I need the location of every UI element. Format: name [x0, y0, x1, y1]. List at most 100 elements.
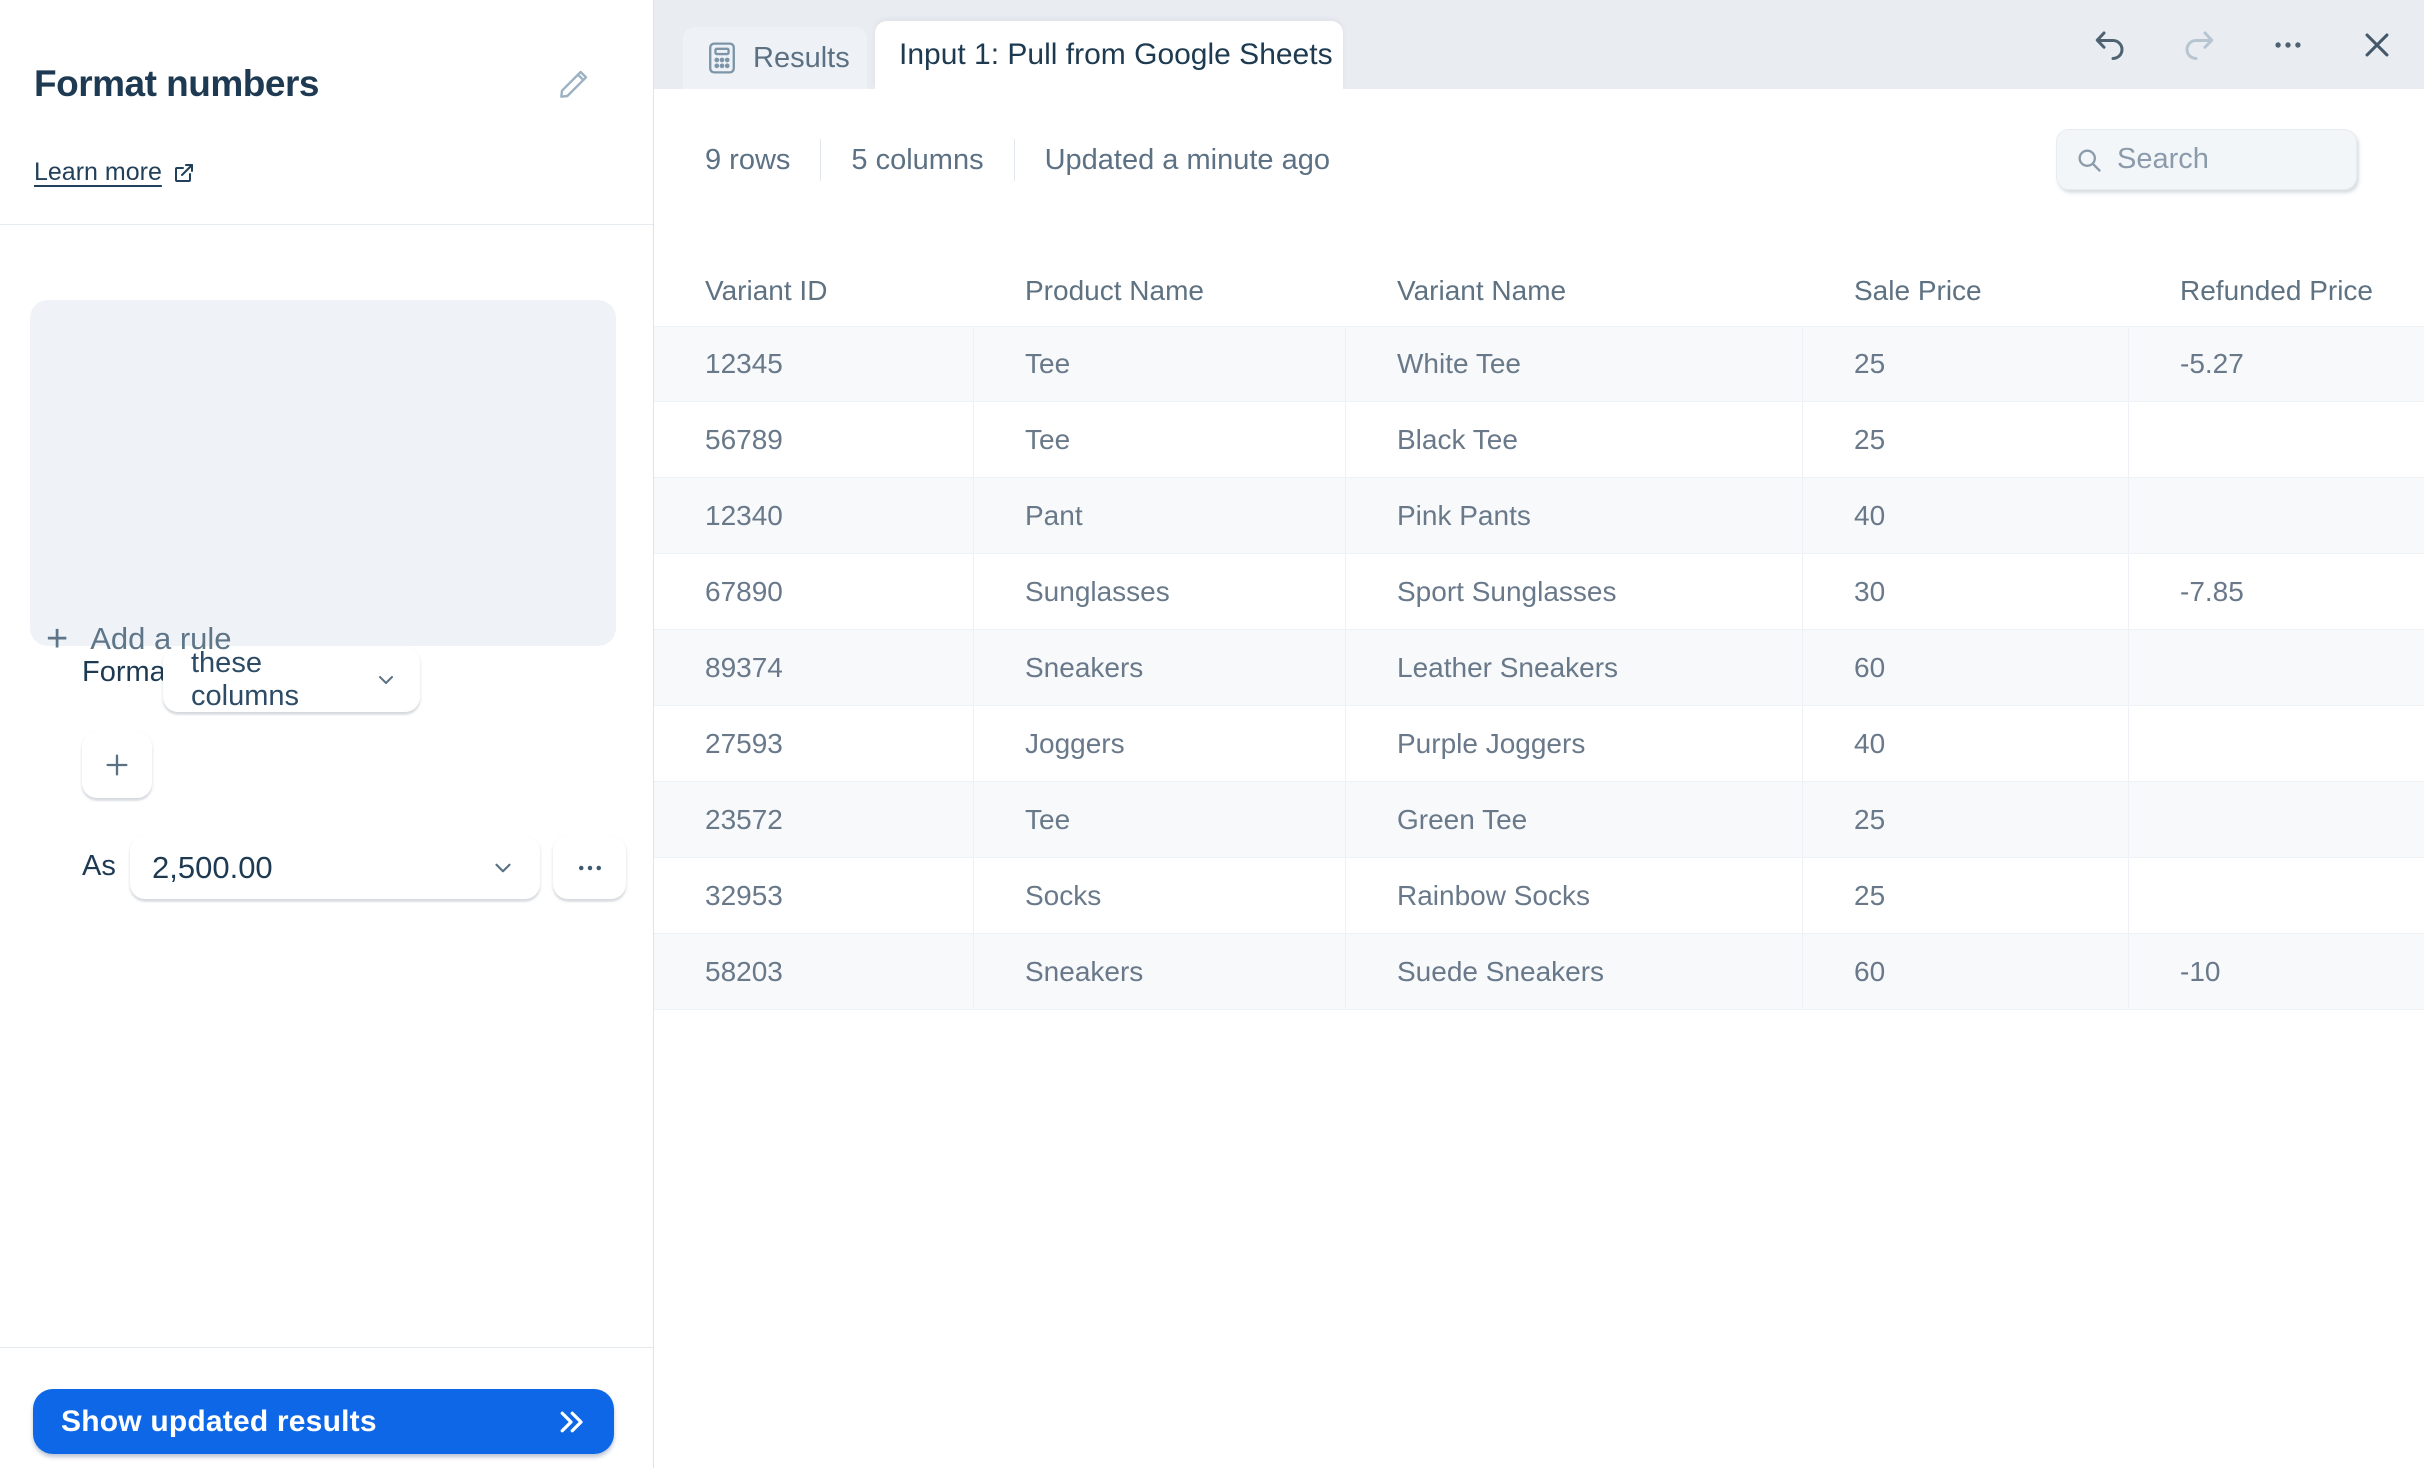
table-cell	[2129, 478, 2424, 553]
column-header[interactable]: Variant ID	[654, 255, 974, 326]
edit-title-button[interactable]	[552, 62, 596, 106]
table-cell: Pant	[974, 478, 1346, 553]
search-icon	[2075, 146, 2103, 174]
column-header[interactable]: Product Name	[974, 255, 1346, 326]
table-cell	[2129, 402, 2424, 477]
table-row[interactable]: 12345 Tee White Tee 25 -5.27	[654, 326, 2424, 402]
sidebar-header: Format numbers Learn more	[0, 0, 653, 225]
add-rule-button[interactable]: + Add a rule	[46, 620, 232, 658]
tab-input-1-label: Input 1: Pull from Google Sheets	[899, 38, 1333, 71]
table-cell	[2129, 706, 2424, 781]
plus-icon	[103, 751, 131, 779]
tab-bar: Results Input 1: Pull from Google Sheets	[654, 0, 2424, 89]
table-cell: 12345	[654, 327, 974, 401]
ellipsis-icon	[2271, 28, 2305, 62]
sidebar-footer-divider	[0, 1347, 654, 1348]
table-cell: 12340	[654, 478, 974, 553]
pencil-icon	[558, 68, 590, 100]
table-panel: 9 rows 5 columns Updated a minute ago Se…	[654, 89, 2424, 1468]
more-options-button[interactable]	[553, 836, 626, 899]
table-cell: 25	[1803, 782, 2129, 857]
double-chevron-right-icon	[554, 1407, 588, 1437]
table-cell: 58203	[654, 934, 974, 1009]
ellipsis-icon	[575, 853, 605, 883]
format-rule-card: Format these columns As 2,500.00	[30, 300, 626, 899]
table-cell: 27593	[654, 706, 974, 781]
format-label: Format	[82, 656, 174, 688]
table-cell: Leather Sneakers	[1346, 630, 1803, 705]
table-cell	[2129, 782, 2424, 857]
table-cell: Suede Sneakers	[1346, 934, 1803, 1009]
table-cell: Sport Sunglasses	[1346, 554, 1803, 629]
table-row[interactable]: 23572 Tee Green Tee 25	[654, 782, 2424, 858]
app-window: Format numbers Learn more Format these c…	[0, 0, 2424, 1468]
learn-more-link[interactable]: Learn more	[34, 158, 162, 187]
table-cell: 56789	[654, 402, 974, 477]
row-count: 9 rows	[705, 143, 791, 176]
tab-results[interactable]: Results	[683, 27, 867, 89]
show-results-label: Show updated results	[61, 1404, 377, 1438]
panel-menu-button[interactable]	[2267, 24, 2309, 66]
table-row[interactable]: 27593 Joggers Purple Joggers 40	[654, 706, 2424, 782]
close-panel-button[interactable]	[2356, 24, 2398, 66]
table-cell: Black Tee	[1346, 402, 1803, 477]
table-cell: 25	[1803, 858, 2129, 933]
table-cell: 89374	[654, 630, 974, 705]
search-input[interactable]	[2117, 143, 2424, 176]
table-row[interactable]: 89374 Sneakers Leather Sneakers 60	[654, 630, 2424, 706]
table-cell: Sneakers	[974, 630, 1346, 705]
table-cell: -7.85	[2180, 575, 2244, 607]
table-cell: -10	[2180, 955, 2221, 987]
table-cell: 40	[1803, 706, 2129, 781]
topbar-actions	[2089, 0, 2398, 89]
tab-results-label: Results	[753, 41, 850, 74]
close-icon	[2360, 28, 2394, 62]
number-format-value: 2,500.00	[152, 849, 273, 885]
meta-divider	[1013, 139, 1015, 181]
table-cell: Tee	[974, 402, 1346, 477]
search-box[interactable]	[2056, 129, 2424, 190]
table-cell: Sunglasses	[974, 554, 1346, 629]
add-column-button[interactable]	[82, 732, 152, 798]
undo-button[interactable]	[2089, 24, 2131, 66]
sidebar: Format numbers Learn more Format these c…	[0, 0, 654, 1468]
chevron-down-icon	[374, 668, 398, 692]
table-cell: Tee	[974, 782, 1346, 857]
column-header[interactable]: Sale Price	[1803, 255, 2129, 326]
table-cell	[2129, 630, 2424, 705]
table-cell: Purple Joggers	[1346, 706, 1803, 781]
table-cell: White Tee	[1346, 327, 1803, 401]
table-row[interactable]: 58203 Sneakers Suede Sneakers 60 -10	[654, 934, 2424, 1010]
table-cell: Green Tee	[1346, 782, 1803, 857]
table-cell: 25	[1803, 327, 2129, 401]
table-cell: -5.27	[2180, 348, 2244, 379]
column-header[interactable]: Variant Name	[1346, 255, 1803, 326]
show-updated-results-button[interactable]: Show updated results	[33, 1389, 614, 1454]
table-row[interactable]: 32953 Socks Rainbow Socks 25	[654, 858, 2424, 934]
table-row[interactable]: 12340 Pant Pink Pants 40	[654, 478, 2424, 554]
main-panel: Results Input 1: Pull from Google Sheets	[654, 0, 2424, 1468]
table-cell: Rainbow Socks	[1346, 858, 1803, 933]
table-cell: 32953	[654, 858, 974, 933]
meta-divider	[820, 139, 822, 181]
table-cell: Pink Pants	[1346, 478, 1803, 553]
redo-icon	[2181, 27, 2217, 63]
table-cell: 30	[1803, 554, 2129, 629]
table-row[interactable]: 56789 Tee Black Tee 25	[654, 402, 2424, 478]
number-format-dropdown[interactable]: 2,500.00	[130, 836, 540, 899]
tab-input-1[interactable]: Input 1: Pull from Google Sheets	[875, 21, 1343, 89]
add-rule-label: Add a rule	[90, 621, 232, 656]
updated-timestamp: Updated a minute ago	[1044, 143, 1330, 176]
table-cell: 60	[1803, 630, 2129, 705]
table-row[interactable]: 67890 Sunglasses Sport Sunglasses 30 -7.85	[654, 554, 2424, 630]
column-header[interactable]: Refunded Price	[2129, 255, 2424, 326]
table-cell	[2129, 858, 2424, 933]
redo-button[interactable]	[2178, 24, 2220, 66]
undo-icon	[2092, 27, 2128, 63]
column-count: 5 columns	[851, 143, 984, 176]
table-cell: Joggers	[974, 706, 1346, 781]
table-body: 12345 Tee White Tee 25 -5.27 56789 Tee Black Te…	[654, 326, 2424, 1010]
as-label: As	[82, 850, 116, 882]
table-cell: 23572	[654, 782, 974, 857]
table-cell: 25	[1803, 402, 2129, 477]
